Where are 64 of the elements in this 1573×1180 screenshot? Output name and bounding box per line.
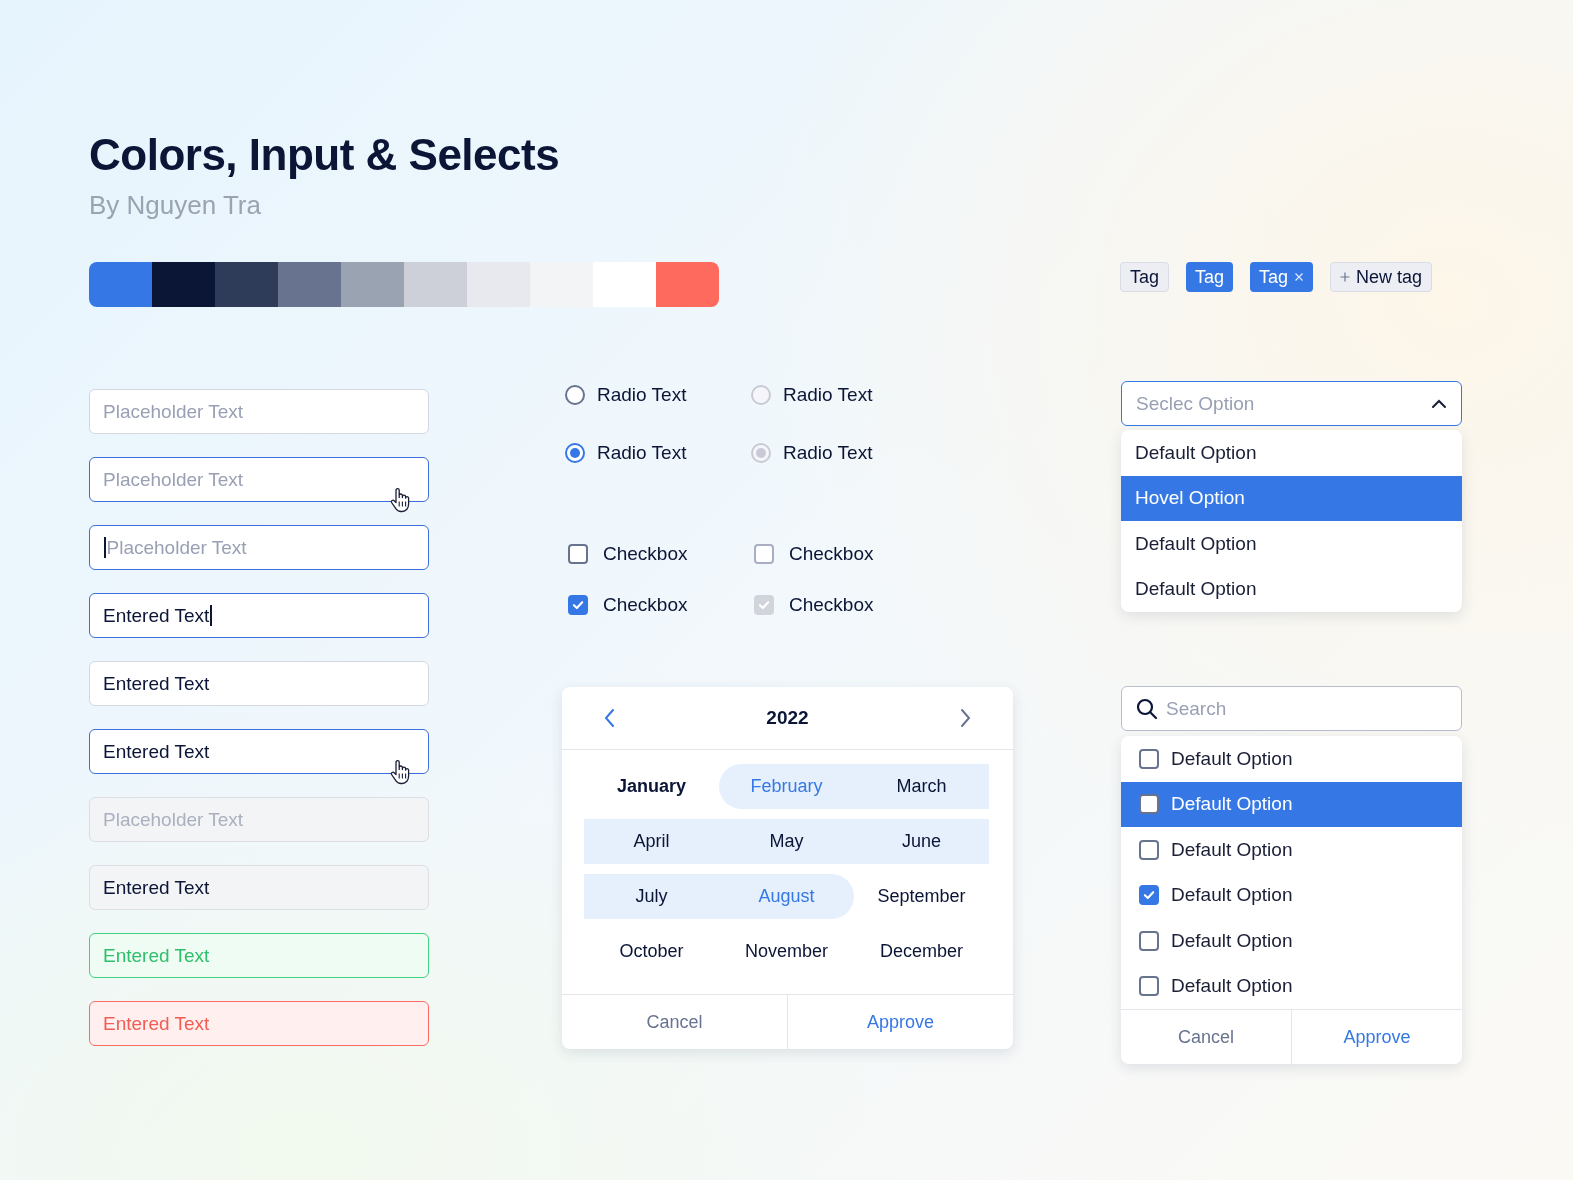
dropdown-option[interactable]: Default Option: [1121, 521, 1462, 567]
checkbox-option[interactable]: Default Option: [1121, 781, 1462, 827]
tag[interactable]: Tag: [1120, 262, 1170, 292]
checkbox[interactable]: [1139, 839, 1159, 860]
chevron-up-icon: [1431, 398, 1447, 409]
checkbox[interactable]: [568, 544, 588, 564]
checkmark-icon: [571, 598, 585, 612]
checkbox-label: Checkbox: [789, 543, 874, 565]
month-cell[interactable]: September: [854, 874, 989, 919]
checkbox[interactable]: [1139, 930, 1159, 951]
checkbox[interactable]: [568, 595, 588, 615]
month-cell[interactable]: January: [584, 764, 719, 809]
page-title: Colors, Input & Selects: [89, 129, 560, 181]
dropdown-option[interactable]: Default Option: [1121, 430, 1462, 476]
input-field[interactable]: Entered Text: [89, 661, 429, 706]
month-cell[interactable]: October: [584, 929, 719, 974]
plus-icon: [1340, 272, 1351, 282]
month-cell[interactable]: December: [854, 929, 989, 974]
approve-button[interactable]: Approve: [788, 995, 1013, 1049]
new-tag-button[interactable]: New tag: [1330, 262, 1433, 292]
radio-label: Radio Text: [783, 384, 873, 406]
checkbox[interactable]: [1139, 976, 1159, 997]
month-cell[interactable]: August: [719, 874, 854, 919]
month-cell[interactable]: November: [719, 929, 854, 974]
next-icon[interactable]: [959, 708, 971, 728]
radio-label: Radio Text: [597, 442, 687, 464]
approve-button[interactable]: Approve: [1292, 1010, 1462, 1064]
checkbox-option[interactable]: Default Option: [1121, 736, 1462, 782]
tag[interactable]: Tag: [1186, 262, 1234, 292]
previous-icon[interactable]: [604, 708, 616, 728]
checkbox-label: Checkbox: [789, 594, 874, 616]
checkbox[interactable]: [1139, 748, 1159, 769]
author-subtitle: By Nguyen Tra: [89, 189, 261, 221]
radio-button[interactable]: [565, 385, 585, 405]
month-cell[interactable]: May: [719, 819, 854, 864]
hand-cursor-icon: [389, 487, 411, 513]
checkbox-option[interactable]: Default Option: [1121, 963, 1462, 1009]
month-cell[interactable]: June: [854, 819, 989, 864]
radio-button[interactable]: [565, 443, 585, 463]
checkbox-label: Checkbox: [603, 594, 688, 616]
month-cell[interactable]: March: [854, 764, 989, 809]
radio-label: Radio Text: [783, 442, 873, 464]
removable-tag[interactable]: Tag: [1250, 262, 1314, 292]
dropdown-option[interactable]: Hovel Option: [1121, 475, 1462, 521]
month-cell[interactable]: April: [584, 819, 719, 864]
month-cell[interactable]: July: [584, 874, 719, 919]
input-field[interactable]: Entered Text: [89, 729, 429, 774]
checkbox-option[interactable]: Default Option: [1121, 827, 1462, 873]
radio-label: Radio Text: [597, 384, 687, 406]
checkbox-option[interactable]: Default Option: [1121, 918, 1462, 964]
cancel-button[interactable]: Cancel: [1121, 1010, 1292, 1064]
checkbox[interactable]: [1139, 885, 1159, 906]
dropdown-option[interactable]: Default Option: [1121, 566, 1462, 612]
checkbox-option[interactable]: Default Option: [1121, 872, 1462, 918]
checkmark-icon: [757, 598, 771, 612]
month-cell[interactable]: February: [719, 764, 854, 809]
year-label: 2022: [766, 707, 809, 729]
checkbox-label: Checkbox: [603, 543, 688, 565]
close-icon[interactable]: [1294, 272, 1305, 282]
hand-cursor-icon: [389, 759, 411, 785]
search-icon: [1136, 697, 1158, 720]
checkbox[interactable]: [1139, 794, 1159, 815]
cancel-button[interactable]: Cancel: [562, 995, 788, 1049]
input-field[interactable]: Entered Text: [89, 593, 429, 638]
